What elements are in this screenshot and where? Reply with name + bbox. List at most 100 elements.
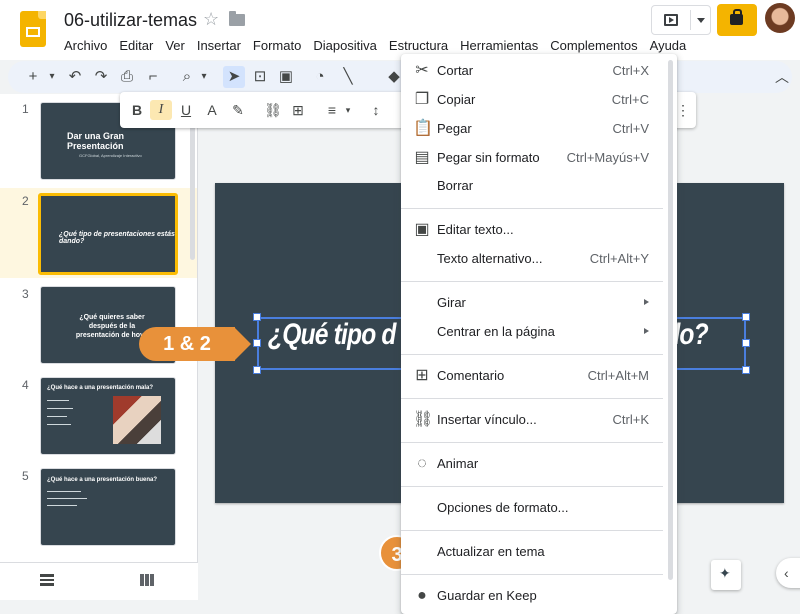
highlight-icon[interactable]: ✎ [229, 100, 247, 120]
align-icon[interactable]: ≡ [322, 100, 342, 120]
more-options-icon[interactable]: ⋮ [676, 100, 690, 120]
menu-ayuda[interactable]: Ayuda [644, 36, 693, 55]
resize-handle[interactable] [742, 366, 750, 374]
menu-item-comentario[interactable]: ⊞ Comentario Ctrl+Alt+M [401, 362, 677, 390]
zoom-icon[interactable]: ⌕ [176, 66, 198, 88]
resize-handle[interactable] [253, 339, 261, 347]
menu-item-centrar[interactable]: Centrar en la página [401, 318, 677, 346]
menu-item-label: Insertar vínculo... [437, 412, 537, 427]
line-spacing-icon[interactable]: ↕ [366, 100, 386, 120]
resize-handle[interactable] [253, 313, 261, 321]
share-button[interactable] [717, 4, 757, 36]
paste-icon: 📋 [413, 120, 433, 137]
comment-icon: ⊞ [415, 367, 429, 384]
menu-item-label: Girar [437, 295, 466, 310]
resize-handle[interactable] [742, 313, 750, 321]
resize-handle[interactable] [253, 366, 261, 374]
slide-thumbnail-2[interactable]: ¿Qué tipo de presentaciones estás dando? [38, 193, 178, 275]
slides-logo-icon[interactable] [20, 11, 46, 47]
menu-item-shortcut: Ctrl+V [612, 121, 649, 136]
grid-view-icon[interactable] [140, 574, 154, 586]
menu-separator [401, 574, 663, 575]
menu-item-pegar-sin-formato[interactable]: ▤ Pegar sin formato Ctrl+Mayús+V [401, 144, 677, 172]
menu-item-actualizar-en-tema[interactable]: Actualizar en tema [401, 538, 677, 566]
new-slide-icon[interactable]: + [22, 66, 44, 88]
side-panel-toggle[interactable]: ‹ [776, 558, 800, 588]
present-button[interactable] [651, 5, 711, 35]
menu-complementos[interactable]: Complementos [544, 36, 643, 55]
image-icon[interactable]: ▣ [275, 66, 297, 88]
menu-diapositiva[interactable]: Diapositiva [307, 36, 383, 55]
fill-color-icon[interactable]: ◆ [387, 66, 401, 88]
paint-format-icon[interactable]: ⌐ [142, 66, 164, 88]
menu-item-label: Animar [437, 456, 479, 471]
menu-item-label: Copiar [437, 92, 476, 107]
edit-text-icon: ▣ [414, 221, 430, 238]
copy-icon: ❐ [414, 91, 430, 108]
animate-icon: ◌ [417, 455, 427, 472]
text-box-icon[interactable]: ⊡ [249, 66, 271, 88]
slide-thumbnail-4[interactable]: ¿Qué hace a una presentación mala? [40, 377, 176, 455]
align-dropdown-icon[interactable]: ▾ [343, 100, 353, 120]
add-comment-icon[interactable]: ⊞ [289, 100, 307, 120]
document-title[interactable]: 06-utilizar-temas [64, 10, 197, 31]
undo-icon[interactable]: ↶ [64, 66, 86, 88]
star-icon[interactable]: ☆ [203, 9, 219, 30]
menu-item-label: Guardar en Keep [437, 588, 537, 603]
shape-icon[interactable]: ◔ [309, 66, 331, 88]
menu-item-pegar[interactable]: 📋 Pegar Ctrl+V [401, 115, 677, 143]
menu-item-copiar[interactable]: ❐ Copiar Ctrl+C [401, 86, 677, 114]
redo-icon[interactable]: ↷ [90, 66, 112, 88]
menu-item-girar[interactable]: Girar [401, 289, 677, 317]
menu-item-label: Borrar [437, 178, 474, 193]
menu-item-shortcut: Ctrl+K [612, 412, 649, 427]
menu-item-label: Cortar [437, 63, 474, 78]
menu-item-borrar[interactable]: Borrar [401, 172, 677, 200]
bold-icon[interactable]: B [128, 100, 146, 120]
slide-thumbnail-5[interactable]: ¿Qué hace a una presentación buena? [40, 468, 176, 546]
menu-item-shortcut: Ctrl+Alt+Y [589, 251, 649, 266]
menu-item-texto-alternativo[interactable]: Texto alternativo... Ctrl+Alt+Y [401, 245, 677, 273]
submenu-arrow-icon [644, 328, 649, 334]
menu-item-label: Comentario [437, 368, 505, 383]
menu-item-label: Actualizar en tema [437, 544, 545, 559]
menu-separator [401, 208, 663, 209]
menu-ver[interactable]: Ver [159, 36, 191, 55]
link-icon[interactable]: ⛓ [262, 100, 284, 120]
thumb-title: Dar una Gran Presentación [67, 131, 125, 151]
menu-bar: Archivo Editar Ver Insertar Formato Diap… [58, 36, 692, 55]
menu-editar[interactable]: Editar [113, 36, 159, 55]
menu-item-opciones-formato[interactable]: Opciones de formato... [401, 494, 677, 522]
menu-formato[interactable]: Formato [247, 36, 307, 55]
menu-archivo[interactable]: Archivo [58, 36, 113, 55]
menu-item-shortcut: Ctrl+C [611, 92, 649, 107]
link-icon: ⛓ [413, 411, 434, 428]
menu-estructura[interactable]: Estructura [383, 36, 454, 55]
folder-icon[interactable] [229, 11, 245, 26]
menu-herramientas[interactable]: Herramientas [454, 36, 544, 55]
menu-insertar[interactable]: Insertar [191, 36, 247, 55]
menu-item-cortar[interactable]: ✂ Cortar Ctrl+X [401, 57, 677, 85]
menu-item-label: Pegar [437, 121, 472, 136]
menu-item-shortcut: Ctrl+X [612, 63, 649, 78]
chevron-down-icon[interactable] [697, 18, 705, 23]
cut-icon: ✂ [415, 62, 429, 79]
menu-item-insertar-vinculo[interactable]: ⛓ Insertar vínculo... Ctrl+K [401, 406, 677, 434]
menu-item-guardar-keep[interactable]: ● Guardar en Keep [401, 582, 677, 610]
line-icon[interactable]: ╲ [337, 66, 359, 88]
italic-icon[interactable]: I [150, 100, 172, 120]
select-cursor-icon[interactable]: ➤ [223, 66, 245, 88]
avatar[interactable] [765, 3, 795, 33]
menu-item-animar[interactable]: ◌ Animar [401, 450, 677, 478]
chevron-up-icon[interactable]: ︿ [775, 67, 789, 87]
text-color-icon[interactable]: A [203, 100, 221, 120]
underline-icon[interactable]: U [177, 100, 195, 120]
list-view-icon[interactable] [40, 574, 54, 586]
print-icon[interactable]: ⎙ [116, 66, 138, 88]
explore-button[interactable] [711, 560, 741, 590]
resize-handle[interactable] [742, 339, 750, 347]
menu-item-editar-texto[interactable]: ▣ Editar texto... [401, 216, 677, 244]
menu-item-label: Opciones de formato... [437, 500, 569, 515]
zoom-dropdown-icon[interactable]: ▾ [198, 66, 210, 88]
new-slide-dropdown-icon[interactable]: ▾ [46, 66, 58, 88]
